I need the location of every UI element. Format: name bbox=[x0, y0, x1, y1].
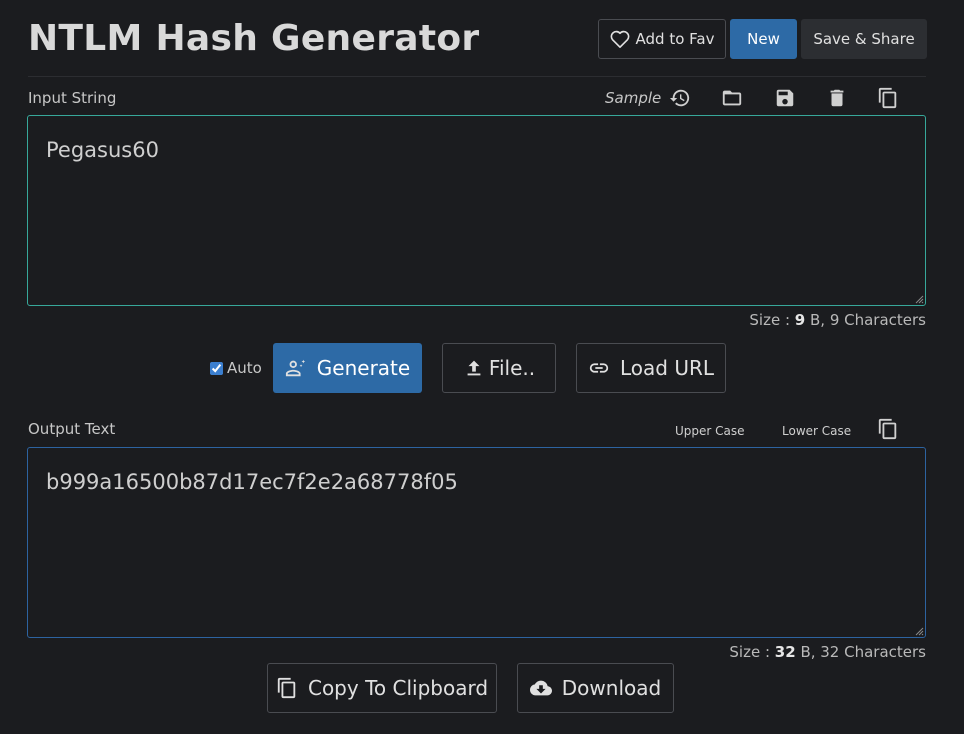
add-to-fav-button[interactable]: Add to Fav bbox=[598, 19, 726, 59]
generate-button[interactable]: Generate bbox=[273, 343, 422, 393]
load-url-label: Load URL bbox=[619, 356, 714, 380]
header-actions: Add to Fav New Save & Share bbox=[598, 19, 927, 59]
copy-output-button[interactable] bbox=[875, 416, 901, 442]
output-size-bytes: 32 bbox=[774, 643, 796, 661]
upload-icon bbox=[467, 360, 481, 376]
output-size-prefix: Size : bbox=[729, 643, 775, 661]
download-icon bbox=[529, 680, 552, 696]
input-resize-handle[interactable] bbox=[915, 295, 924, 304]
new-button[interactable]: New bbox=[730, 19, 797, 59]
copy-icon bbox=[277, 677, 296, 699]
generate-icon bbox=[285, 359, 305, 377]
output-textarea[interactable]: b999a16500b87d17ec7f2e2a68778f05 bbox=[27, 447, 926, 638]
file-label: File.. bbox=[488, 356, 536, 380]
copy-input-button[interactable] bbox=[875, 85, 901, 111]
generate-label: Generate bbox=[316, 356, 411, 380]
open-folder-button[interactable] bbox=[719, 85, 745, 111]
auto-label: Auto bbox=[227, 359, 262, 377]
link-icon bbox=[589, 363, 609, 373]
page: NTLM Hash Generator Add to Fav New Save … bbox=[0, 0, 964, 734]
output-size-info: Size : 32 B, 32 Characters bbox=[729, 643, 926, 661]
header-divider bbox=[28, 76, 926, 77]
auto-toggle[interactable]: Auto bbox=[210, 359, 262, 377]
load-url-button[interactable]: Load URL bbox=[576, 343, 726, 393]
history-icon bbox=[669, 89, 690, 107]
output-resize-handle[interactable] bbox=[915, 627, 924, 636]
lower-case-button[interactable]: Lower Case bbox=[782, 424, 851, 438]
save-icon bbox=[776, 89, 794, 107]
history-button[interactable] bbox=[667, 85, 693, 111]
save-file-button[interactable] bbox=[772, 85, 798, 111]
trash-icon bbox=[830, 89, 844, 107]
output-size-suffix: B, 32 Characters bbox=[795, 643, 926, 661]
copy-icon bbox=[878, 418, 897, 440]
input-label: Input String bbox=[28, 89, 117, 107]
input-size-suffix: B, 9 Characters bbox=[805, 311, 926, 329]
folder-icon bbox=[722, 90, 742, 106]
sample-link[interactable]: Sample bbox=[605, 89, 661, 107]
download-button[interactable]: Download bbox=[517, 663, 674, 713]
input-textarea[interactable]: Pegasus60 bbox=[27, 115, 926, 306]
download-label: Download bbox=[561, 676, 662, 700]
clear-button[interactable] bbox=[824, 85, 850, 111]
input-size-prefix: Size : bbox=[749, 311, 795, 329]
save-share-button[interactable]: Save & Share bbox=[801, 19, 927, 59]
file-button[interactable]: File.. bbox=[442, 343, 556, 393]
input-size-info: Size : 9 B, 9 Characters bbox=[749, 311, 926, 329]
upper-case-button[interactable]: Upper Case bbox=[675, 424, 745, 438]
page-title: NTLM Hash Generator bbox=[28, 18, 480, 59]
copy-to-clipboard-button[interactable]: Copy To Clipboard bbox=[267, 663, 497, 713]
copy-icon bbox=[878, 87, 897, 109]
output-label: Output Text bbox=[28, 420, 116, 438]
copy-to-clipboard-label: Copy To Clipboard bbox=[307, 676, 489, 700]
auto-checkbox[interactable] bbox=[210, 361, 223, 375]
heart-icon bbox=[610, 30, 629, 48]
input-size-bytes: 9 bbox=[794, 311, 806, 329]
add-to-fav-label: Add to Fav bbox=[635, 30, 715, 48]
